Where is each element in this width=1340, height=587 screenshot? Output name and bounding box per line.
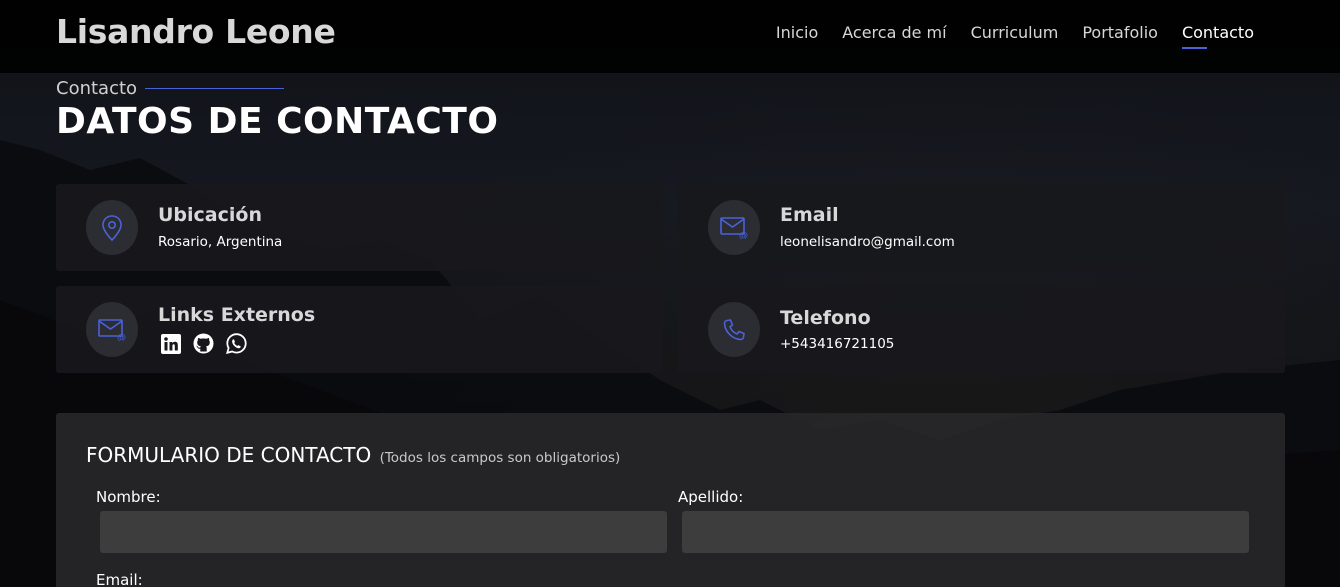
map-pin-icon: [86, 200, 138, 255]
email-title: Email: [780, 204, 839, 226]
email-text[interactable]: leonelisandro@gmail.com: [780, 234, 955, 250]
section-subtitle-text: Contacto: [56, 78, 138, 99]
phone-title: Telefono: [780, 307, 871, 329]
nav-inicio[interactable]: Inicio: [776, 23, 818, 46]
linkedin-icon[interactable]: [160, 333, 181, 354]
whatsapp-icon[interactable]: [226, 333, 247, 354]
envelope-icon: @: [708, 200, 760, 255]
phone-text[interactable]: +543416721105: [780, 336, 894, 352]
nav-portafolio[interactable]: Portafolio: [1082, 23, 1158, 46]
apellido-input[interactable]: [682, 511, 1249, 553]
location-title: Ubicación: [158, 204, 262, 226]
form-note: (Todos los campos son obligatorios): [379, 450, 621, 466]
svg-text:@: @: [739, 231, 748, 239]
phone-icon: [708, 302, 760, 357]
links-title: Links Externos: [158, 304, 316, 326]
form-title: FORMULARIO DE CONTACTO (Todos los campos…: [86, 443, 620, 467]
contact-form: FORMULARIO DE CONTACTO (Todos los campos…: [56, 413, 1285, 587]
envelope-icon: @: [86, 302, 138, 357]
location-card: Ubicación Rosario, Argentina: [56, 184, 663, 271]
subtitle-divider: [145, 88, 285, 89]
section-subtitle: Contacto: [56, 78, 285, 99]
svg-text:@: @: [117, 333, 126, 341]
location-text: Rosario, Argentina: [158, 234, 283, 250]
section-title: DATOS DE CONTACTO: [56, 101, 499, 142]
nav-acerca[interactable]: Acerca de mí: [842, 23, 946, 46]
contact-section: Contacto DATOS DE CONTACTO Ubicación Ros…: [0, 73, 1340, 587]
nombre-input[interactable]: [100, 511, 667, 553]
site-header: Lisandro Leone Inicio Acerca de mí Curri…: [0, 0, 1340, 73]
form-title-text: FORMULARIO DE CONTACTO: [86, 443, 372, 467]
email-label: Email:: [96, 571, 143, 587]
apellido-label: Apellido:: [678, 488, 744, 506]
nav-curriculum[interactable]: Curriculum: [971, 23, 1059, 46]
main-nav: Inicio Acerca de mí Curriculum Portafoli…: [776, 23, 1254, 49]
site-logo[interactable]: Lisandro Leone: [56, 12, 336, 51]
email-card: @ Email leonelisandro@gmail.com: [678, 184, 1285, 271]
links-card: @ Links Externos: [56, 286, 663, 373]
github-icon[interactable]: [193, 333, 214, 354]
external-links: [160, 333, 247, 354]
nombre-label: Nombre:: [96, 488, 161, 506]
phone-card: Telefono +543416721105: [678, 286, 1285, 373]
nav-contacto[interactable]: Contacto: [1181, 23, 1254, 49]
